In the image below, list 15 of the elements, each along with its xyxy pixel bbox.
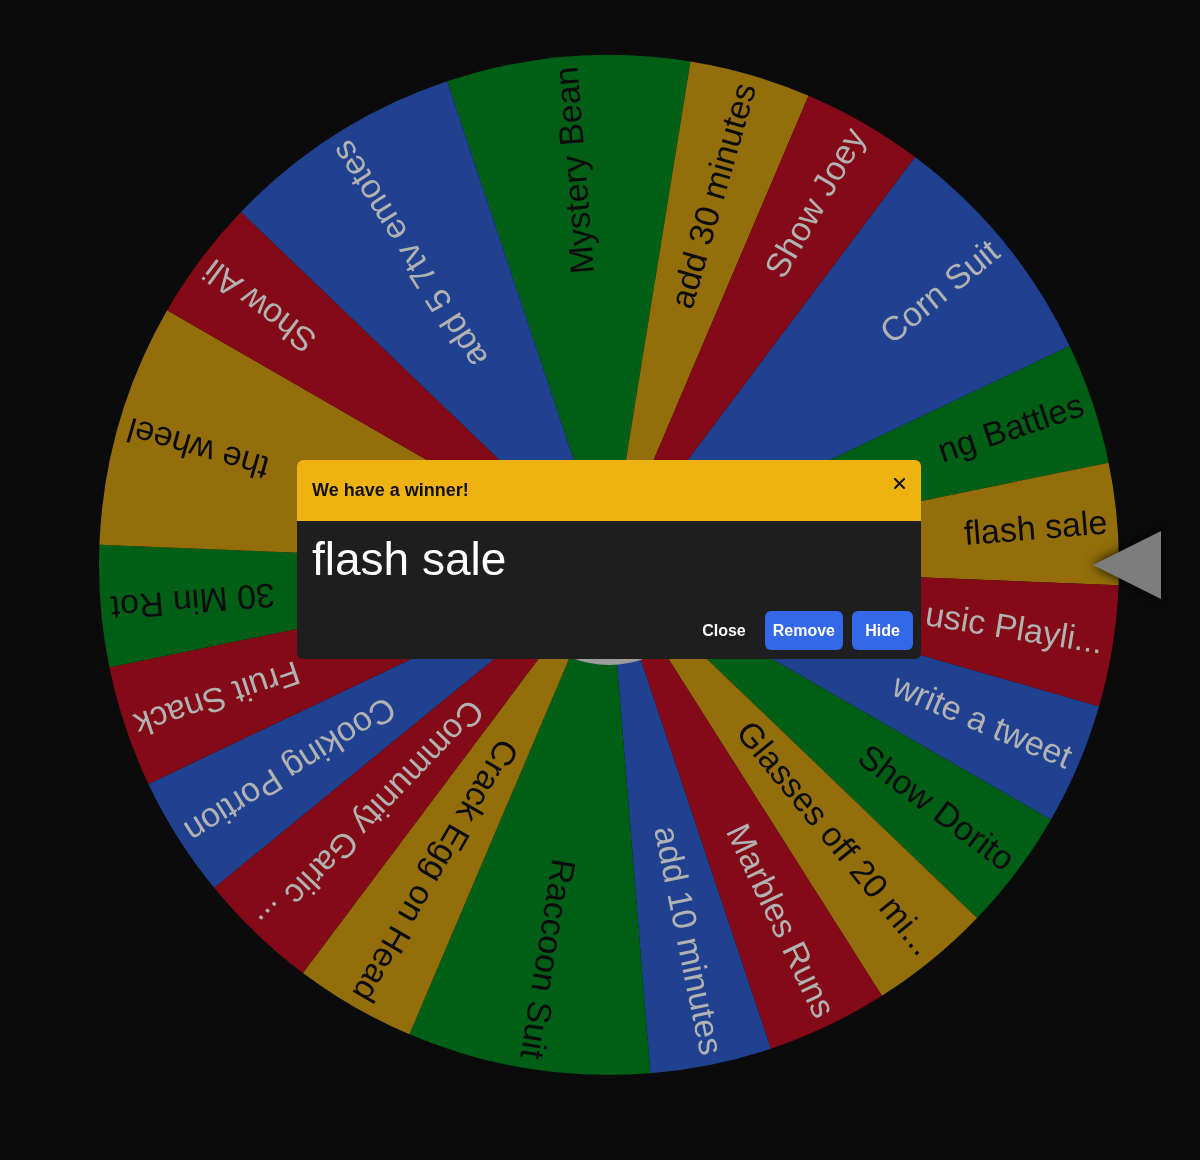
close-icon[interactable] bbox=[894, 478, 905, 489]
slice-label: Corn Suit bbox=[872, 231, 1007, 351]
slice-label: 30 Min Rot bbox=[109, 576, 277, 628]
slice-label: ng Battles bbox=[932, 385, 1089, 470]
dialog-title: We have a winner! bbox=[312, 479, 469, 502]
slice-label: Fruit Snack bbox=[129, 653, 305, 745]
slice-label: the wheel bbox=[122, 410, 273, 488]
slice-label: flash sale bbox=[962, 502, 1109, 552]
slice-label: Mystery Bean bbox=[546, 65, 602, 276]
dialog-button[interactable]: Hide bbox=[852, 611, 913, 650]
winner-name: flash sale bbox=[312, 532, 508, 587]
close-button[interactable]: Close bbox=[692, 611, 756, 650]
slice-label: usic Playli... bbox=[922, 594, 1107, 661]
dialog-button[interactable]: Remove bbox=[764, 611, 843, 650]
slice-label: Raccoon Suit bbox=[513, 856, 584, 1063]
